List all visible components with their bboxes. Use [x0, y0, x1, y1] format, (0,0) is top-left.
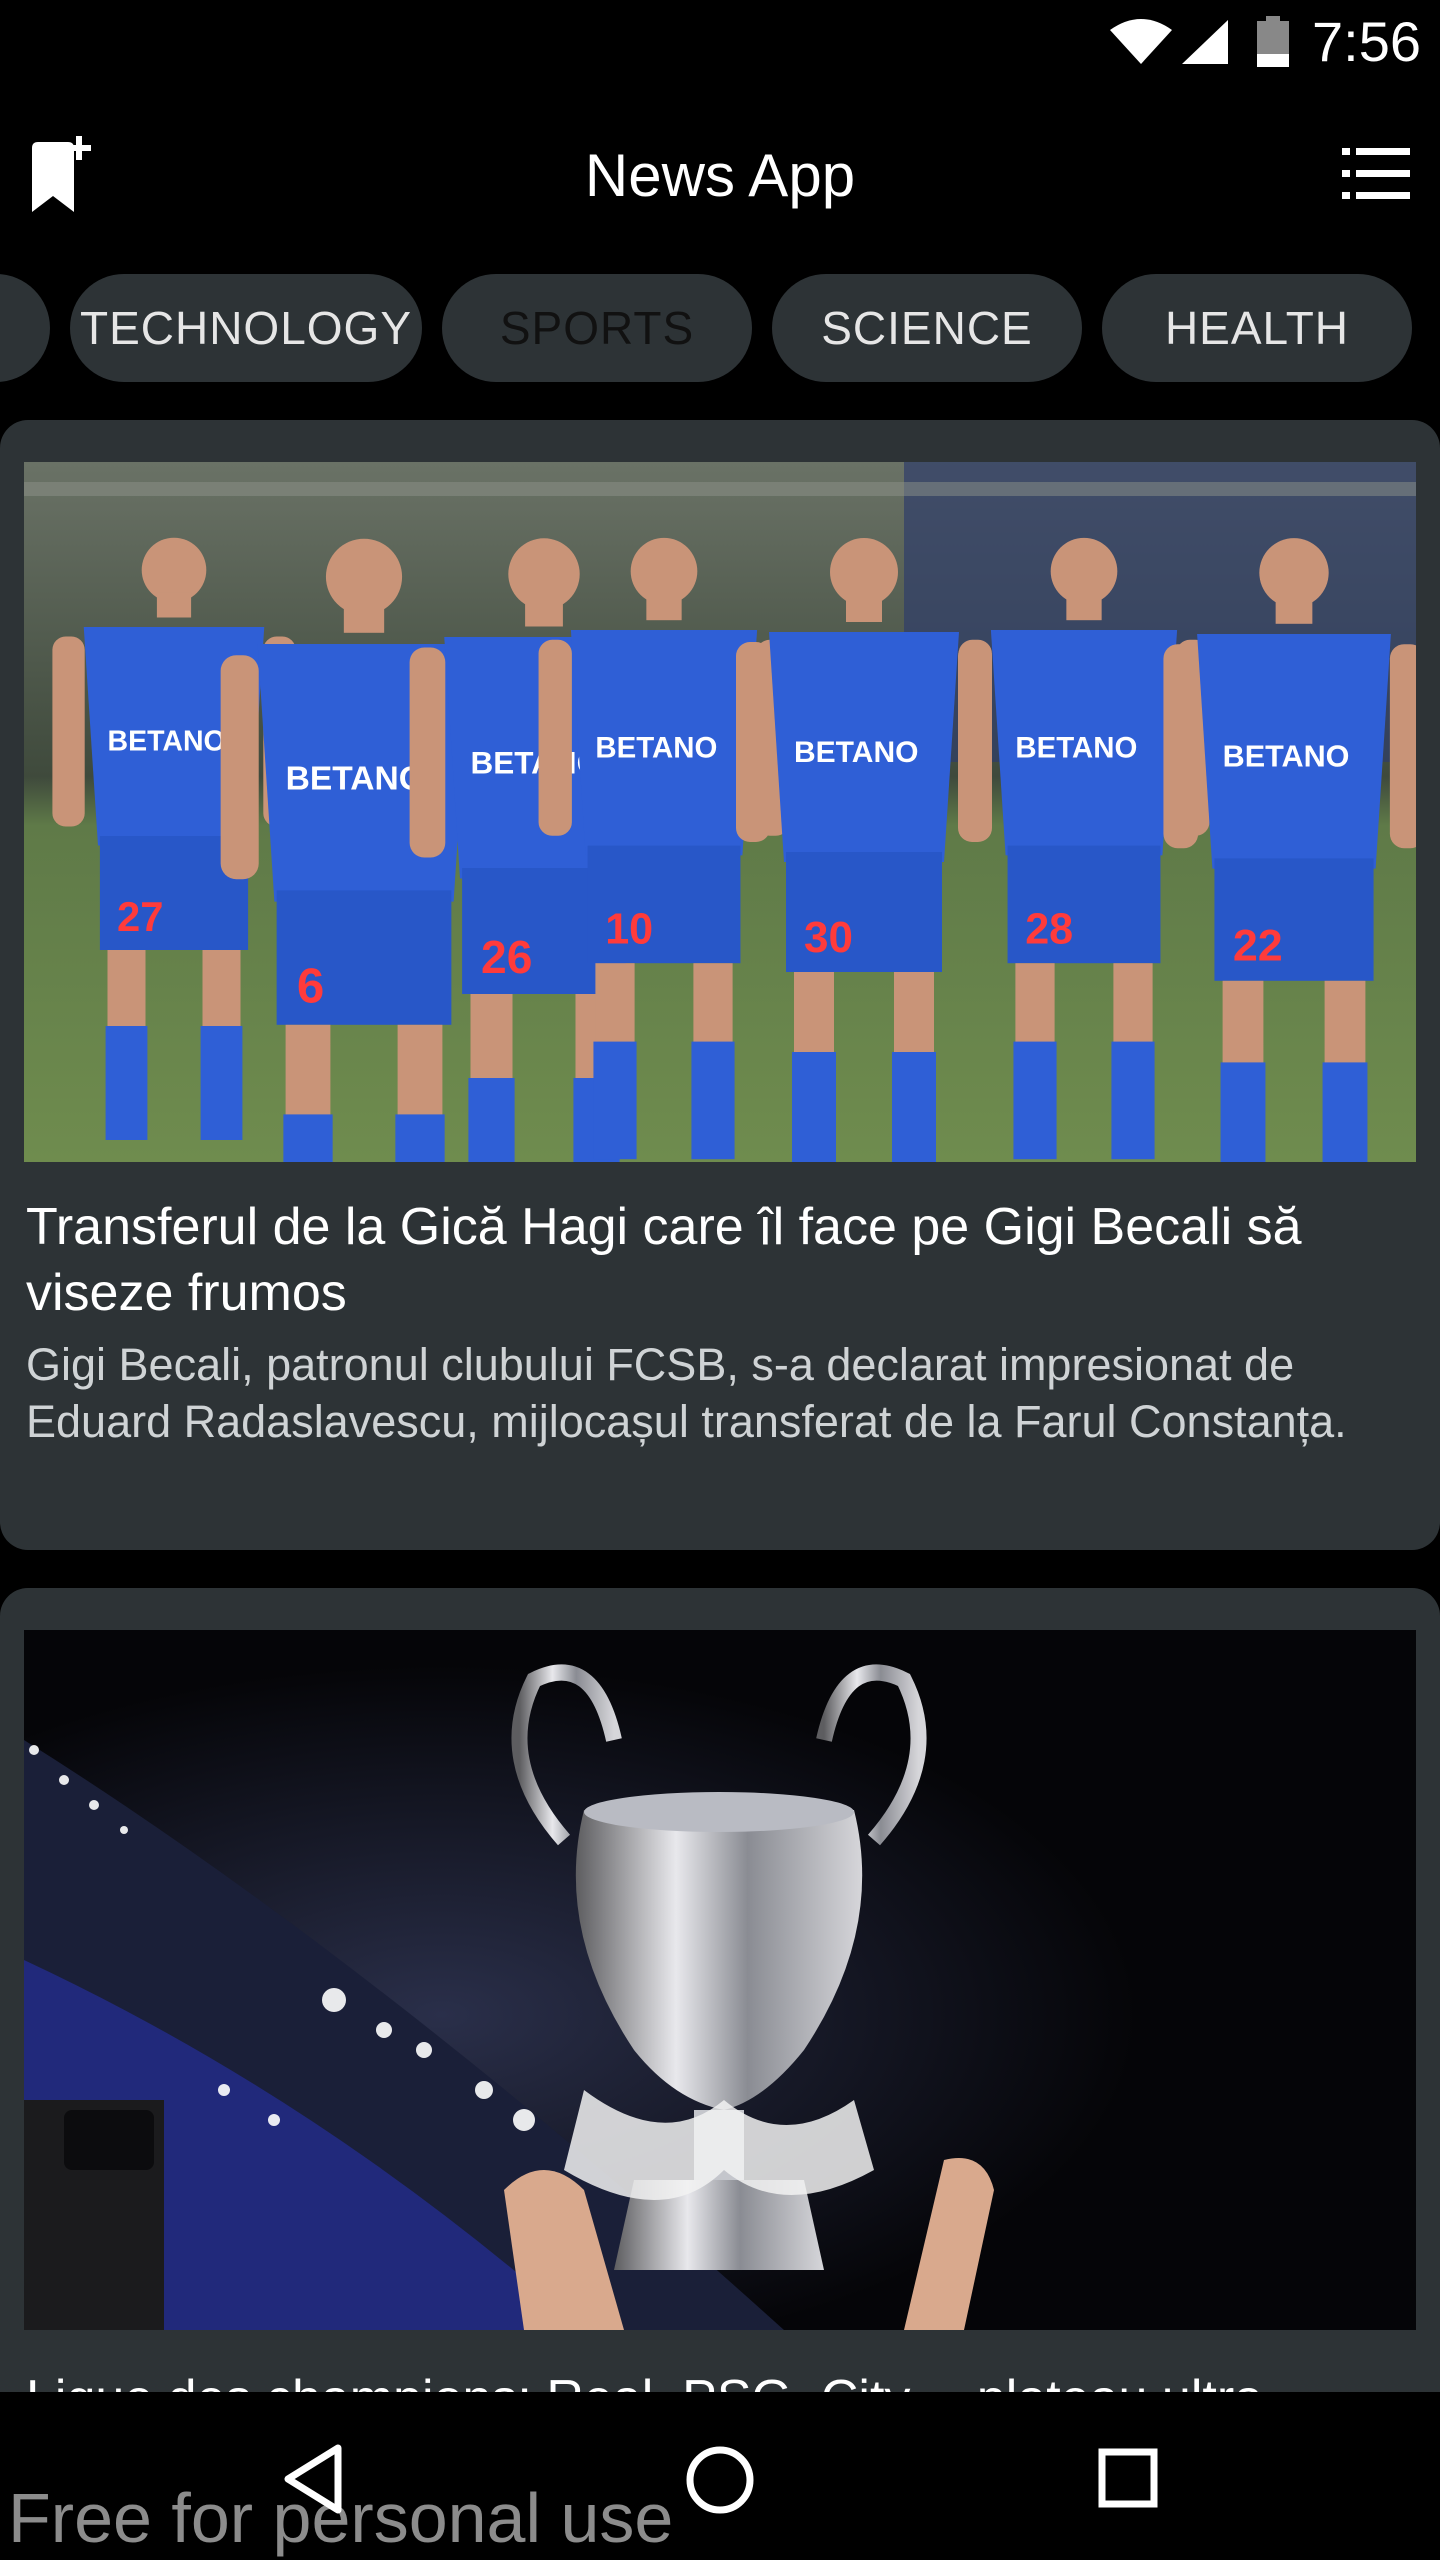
player-part: [846, 596, 882, 622]
player-part: [1066, 594, 1102, 621]
player-part: [1389, 644, 1416, 849]
article-title[interactable]: Transferul de la Gică Hagi care îl face …: [26, 1194, 1416, 1326]
article-card[interactable]: BETANO 27 BETANO 6 BETANO 26 BETANO 10 BETANO 30 B…: [0, 420, 1440, 1550]
chip-science[interactable]: SCIENCE: [772, 274, 1082, 382]
player-part: [1050, 537, 1118, 605]
jersey-number: 30: [804, 913, 853, 962]
jersey-number: 28: [1025, 906, 1073, 954]
jersey-number: 6: [297, 958, 324, 1013]
player-part: [1259, 538, 1329, 608]
jersey-sponsor: BETANO: [1015, 731, 1137, 764]
category-chips: TECHNOLOGY SPORTS SCIENCE HEALTH: [0, 274, 1440, 386]
jersey-sponsor: BETANO: [595, 731, 717, 764]
player-part: [141, 537, 207, 603]
jersey-number: 26: [481, 931, 532, 983]
player-part: [105, 1026, 148, 1140]
jersey-sponsor: BETANO: [794, 736, 918, 769]
signal-icon: [1182, 20, 1228, 64]
player-part: [691, 1041, 735, 1160]
player-part: [343, 603, 385, 633]
player-part: [508, 538, 580, 610]
article-image: BETANO 27 BETANO 6 BETANO 26 BETANO 10 BETANO 30 B…: [24, 462, 1416, 1162]
player-part: [200, 1026, 243, 1140]
jersey-number: 27: [117, 893, 164, 940]
status-bar: 7:56: [0, 0, 1440, 84]
player-part: [325, 538, 403, 615]
battery-icon: [1257, 16, 1289, 67]
player-part: [646, 594, 682, 621]
jersey-sponsor: BETANO: [286, 761, 425, 798]
wifi-icon: [1110, 19, 1172, 64]
player-part: [52, 636, 85, 827]
player-part: [395, 1114, 445, 1162]
status-time: 7:56: [1312, 10, 1421, 73]
jersey-sponsor: BETANO: [1223, 740, 1350, 774]
player-part: [156, 592, 192, 618]
player-part: [538, 639, 572, 836]
player-part: [830, 538, 898, 606]
football-players-image: BETANO 27 BETANO 6 BETANO 26 BETANO 10 BETANO 30 B…: [24, 462, 1416, 1162]
article-image: [24, 1630, 1416, 2330]
player-part: [220, 655, 259, 880]
player-part: [1013, 1041, 1057, 1160]
jersey-number: 10: [605, 906, 653, 954]
player-part: [958, 639, 992, 836]
watermark: Free for personal use: [8, 2479, 674, 2557]
chip-health[interactable]: HEALTH: [1102, 274, 1412, 382]
player-part: [1322, 1062, 1368, 1162]
player-part: [283, 1114, 333, 1162]
player-part: [630, 537, 698, 605]
chip-partial[interactable]: [0, 274, 50, 382]
jersey-number: 22: [1233, 919, 1283, 970]
player-part: [409, 647, 446, 858]
chip-technology[interactable]: TECHNOLOGY: [70, 274, 422, 382]
jersey-sponsor: BETANO: [108, 726, 226, 758]
trophy-image: [24, 1630, 1416, 2330]
player-part: [792, 1052, 836, 1162]
player-part: [525, 599, 563, 627]
app-title: News App: [584, 142, 856, 209]
player-part: [593, 1041, 637, 1160]
chip-sports[interactable]: SPORTS: [442, 274, 752, 382]
article-description: Gigi Becali, patronul clubului FCSB, s-a…: [26, 1339, 1347, 1447]
home-circle-icon[interactable]: [684, 2444, 756, 2516]
player-part: [468, 1078, 515, 1162]
app-bar: News App: [0, 84, 1440, 264]
player-part: [1220, 1062, 1266, 1162]
player-part: [1163, 644, 1199, 849]
player-part: [892, 1052, 936, 1162]
recents-square-icon[interactable]: [1098, 2448, 1158, 2508]
player-part: [736, 642, 770, 842]
player-part: [1111, 1041, 1155, 1160]
list-menu-icon[interactable]: [1340, 142, 1412, 206]
player-part: [1275, 597, 1313, 624]
